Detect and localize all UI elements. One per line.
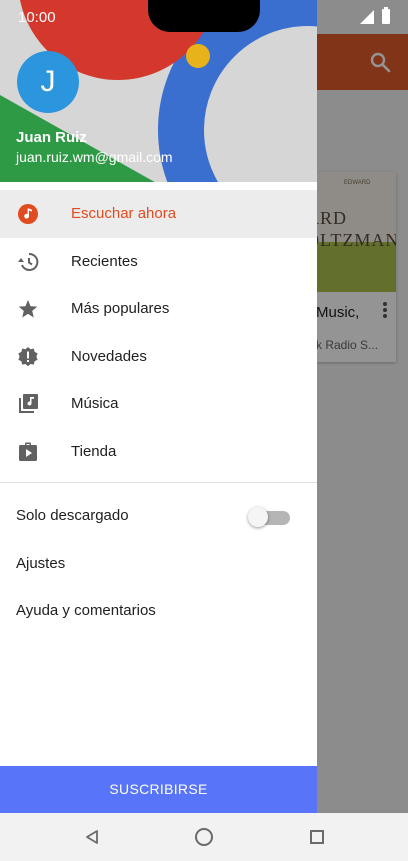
menu-item-store[interactable]: Tienda [0,428,317,476]
back-icon[interactable] [84,829,100,845]
subscribe-button[interactable]: SUSCRIBIRSE [0,766,317,813]
account-name: Juan Ruiz [16,129,87,146]
menu-item-listen-now[interactable]: Escuchar ahora [0,190,317,238]
help-feedback-label: Ayuda y comentarios [16,602,156,619]
menu-item-label: Recientes [71,252,138,270]
drawer-menu: Escuchar ahora Recientes Más populares N… [0,190,317,475]
store-icon [19,442,37,461]
music-library-icon [19,394,38,413]
menu-item-label: Escuchar ahora [71,205,177,222]
help-feedback-item[interactable]: Ayuda y comentarios [0,587,317,633]
avatar[interactable]: J [17,51,79,113]
menu-item-label: Tienda [71,442,117,460]
drawer-divider [0,482,317,483]
settings-label: Ajustes [16,555,66,572]
battery-icon [382,7,390,24]
display-notch [148,0,260,32]
menu-item-recents[interactable]: Recientes [0,238,317,286]
downloaded-only-row[interactable]: Solo descargado [0,492,317,538]
recents-icon[interactable] [310,830,324,844]
navigation-drawer: J Juan Ruiz juan.ruiz.wm@gmail.com Escuc… [0,0,317,861]
menu-item-label: Novedades [71,347,147,365]
downloaded-only-toggle[interactable] [248,507,290,527]
menu-item-most-popular[interactable]: Más populares [0,285,317,333]
status-time: 10:00 [18,9,56,26]
menu-item-new-releases[interactable]: Novedades [0,333,317,381]
listen-now-icon [18,204,38,224]
downloaded-only-label: Solo descargado [16,507,129,524]
account-email[interactable]: juan.ruiz.wm@gmail.com [16,149,173,165]
settings-item[interactable]: Ajustes [0,540,317,586]
new-badge-icon [18,346,38,366]
home-icon[interactable] [195,828,213,846]
star-icon [18,300,38,318]
menu-item-label: Más populares [71,300,170,317]
signal-icon [360,10,374,24]
menu-item-music[interactable]: Música [0,380,317,428]
system-nav-bar [0,813,408,861]
status-bar: 10:00 [0,0,408,34]
menu-item-label: Música [71,395,119,412]
history-icon [18,252,39,271]
